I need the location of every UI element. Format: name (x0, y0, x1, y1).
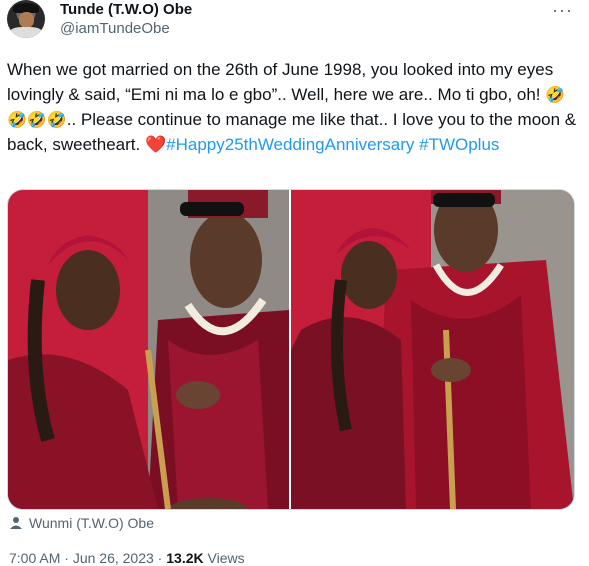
avatar[interactable] (7, 0, 45, 38)
tweet-text-part1: When we got married on the 26th of June … (7, 60, 554, 104)
more-horizontal-icon[interactable]: ··· (552, 0, 573, 21)
avatar-body (9, 27, 43, 38)
tagged-user-name: Wunmi (T.W.O) Obe (29, 515, 154, 531)
laughing-emoji-group: 🤣🤣🤣 (7, 110, 67, 129)
author-handle[interactable]: @iamTundeObe (60, 20, 170, 37)
avatar-face (19, 12, 34, 28)
hashtag-anniversary[interactable]: #Happy25thWeddingAnniversary (166, 135, 414, 154)
tagged-users[interactable]: Wunmi (T.W.O) Obe (9, 515, 154, 533)
views-label: Views (207, 550, 245, 566)
author-name[interactable]: Tunde (T.W.O) Obe (60, 1, 192, 18)
tweet-time[interactable]: 7:00 AM (9, 550, 60, 566)
views-count: 13.2K (166, 550, 204, 566)
photo-right[interactable] (291, 190, 574, 509)
photo-left[interactable] (8, 190, 289, 509)
laughing-emoji: 🤣 (545, 85, 566, 104)
heart-emoji: ❤️ (144, 135, 167, 154)
tweet-meta: 7:00 AM · Jun 26, 2023 · 13.2K Views (9, 550, 245, 566)
tweet-text: When we got married on the 26th of June … (7, 57, 577, 157)
photo-left-image (8, 190, 289, 509)
person-icon (9, 516, 23, 533)
photo-right-image (291, 190, 574, 509)
media-grid (7, 189, 575, 510)
hashtag-twoplus[interactable]: #TWOplus (419, 135, 499, 154)
tweet-date[interactable]: Jun 26, 2023 (73, 550, 154, 566)
